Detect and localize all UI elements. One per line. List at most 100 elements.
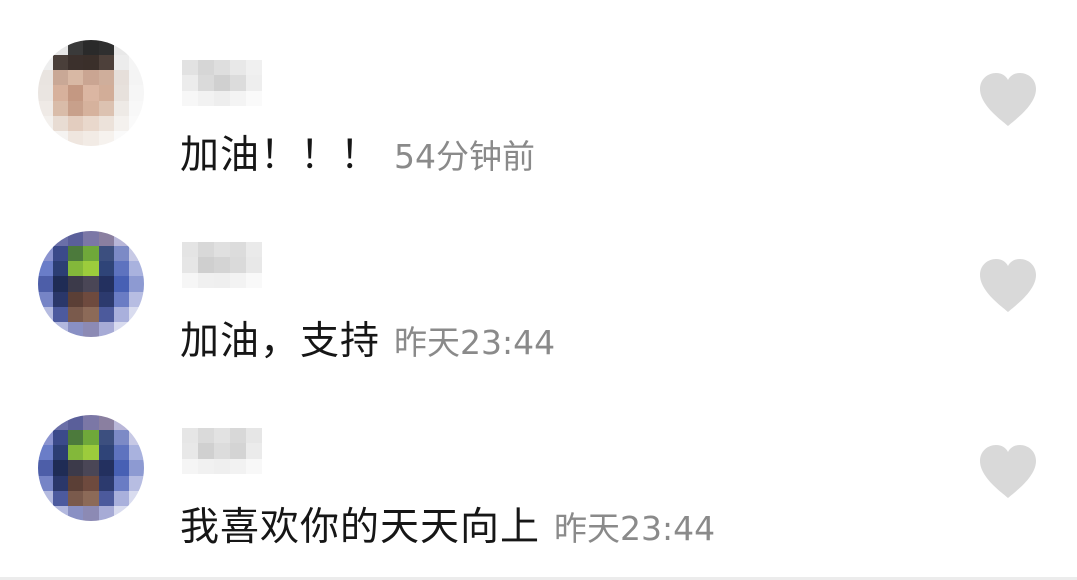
avatar-mosaic-tile [83, 55, 99, 71]
avatar-mosaic-tile [98, 130, 114, 146]
username-mosaic-tile [230, 272, 246, 288]
avatar-mosaic-tile [83, 85, 99, 101]
like-button[interactable] [978, 444, 1038, 500]
username-mosaic-tile [214, 75, 230, 91]
avatar-mosaic-tile [53, 306, 69, 322]
username-blurred[interactable] [182, 428, 262, 474]
avatar-mosaic-tile [98, 55, 114, 71]
username-mosaic-tile [182, 257, 198, 273]
comment-timestamp: 昨天23:44 [394, 323, 556, 362]
avatar-mosaic-tile [68, 475, 84, 491]
avatar-mosaic-tile [98, 100, 114, 116]
avatar-mosaic-tile [38, 490, 54, 506]
avatar-mosaic-tile [83, 115, 99, 131]
avatar-mosaic-tile [113, 100, 129, 116]
avatar-mosaic-tile [98, 276, 114, 292]
username-mosaic-tile [198, 90, 214, 106]
avatar-mosaic-tile [53, 475, 69, 491]
avatar-mosaic-tile [53, 291, 69, 307]
username-blurred[interactable] [182, 242, 262, 288]
avatar-mosaic-tile [38, 100, 54, 116]
avatar-mosaic-tile [113, 291, 129, 307]
avatar-mosaic-tile [83, 100, 99, 116]
avatar-mosaic-tile [38, 130, 54, 146]
like-button[interactable] [978, 72, 1038, 128]
comment-body: 加油！！！ 54分钟前 [180, 124, 535, 180]
avatar-mosaic-tile [53, 415, 69, 431]
avatar-mosaic-tile [98, 115, 114, 131]
username-mosaic-tile [246, 242, 262, 258]
avatar[interactable] [38, 415, 144, 521]
avatar[interactable] [38, 231, 144, 337]
like-button[interactable] [978, 258, 1038, 314]
avatar-mosaic-tile [68, 445, 84, 461]
username-mosaic-tile [198, 443, 214, 459]
avatar-mosaic-tile [38, 276, 54, 292]
comment-body: 我喜欢你的天天向上 昨天23:44 [180, 496, 715, 552]
username-mosaic-tile [182, 443, 198, 459]
username-mosaic-tile [230, 75, 246, 91]
avatar-mosaic-tile [38, 430, 54, 446]
avatar-mosaic-tile [98, 460, 114, 476]
avatar-mosaic-tile [113, 261, 129, 277]
avatar-mosaic-tile [98, 246, 114, 262]
avatar-mosaic-tile [53, 100, 69, 116]
comment-item: 加油！！！ 54分钟前 [0, 0, 1077, 178]
avatar-mosaic-tile [83, 130, 99, 146]
username-mosaic-tile [230, 443, 246, 459]
username-mosaic-tile [246, 458, 262, 474]
avatar-mosaic-tile [128, 505, 144, 521]
avatar-mosaic-tile [113, 505, 129, 521]
avatar-mosaic-tile [128, 430, 144, 446]
username-mosaic-tile [182, 458, 198, 474]
username-mosaic-tile [182, 75, 198, 91]
comment-timestamp: 54分钟前 [394, 137, 536, 176]
avatar-mosaic-tile [128, 490, 144, 506]
avatar-mosaic-tile [68, 40, 84, 56]
username-blurred[interactable] [182, 60, 262, 106]
username-mosaic-tile [246, 90, 262, 106]
avatar-mosaic-tile [113, 130, 129, 146]
avatar-mosaic-tile [38, 246, 54, 262]
avatar-mosaic-tile [128, 55, 144, 71]
avatar-mosaic-tile [113, 70, 129, 86]
username-mosaic-tile [246, 257, 262, 273]
avatar-mosaic-tile [98, 291, 114, 307]
avatar-mosaic-tile [53, 55, 69, 71]
comment-body: 加油，支持 昨天23:44 [180, 310, 555, 366]
avatar-mosaic-tile [113, 490, 129, 506]
avatar-mosaic-tile [38, 261, 54, 277]
avatar-mosaic-tile [53, 321, 69, 337]
username-mosaic-tile [198, 60, 214, 76]
avatar-mosaic-tile [128, 231, 144, 247]
avatar-mosaic-tile [128, 475, 144, 491]
avatar-mosaic-tile [128, 246, 144, 262]
comment-text: 加油，支持 [180, 319, 381, 364]
avatar[interactable] [38, 40, 144, 146]
username-mosaic-tile [214, 60, 230, 76]
avatar-mosaic-tile [83, 430, 99, 446]
avatar-mosaic-tile [98, 40, 114, 56]
avatar-mosaic-tile [68, 430, 84, 446]
username-mosaic-tile [246, 428, 262, 444]
avatar-mosaic-tile [98, 231, 114, 247]
avatar-mosaic-tile [98, 261, 114, 277]
avatar-mosaic-tile [128, 40, 144, 56]
avatar-mosaic-tile [128, 115, 144, 131]
avatar-mosaic-tile [113, 415, 129, 431]
comment-text: 我喜欢你的天天向上 [180, 505, 541, 550]
avatar-mosaic-tile [38, 55, 54, 71]
avatar-mosaic-tile [83, 70, 99, 86]
avatar-mosaic-tile [83, 415, 99, 431]
avatar-mosaic-tile [38, 231, 54, 247]
avatar-mosaic-tile [113, 40, 129, 56]
avatar-mosaic-tile [53, 445, 69, 461]
avatar-mosaic-tile [38, 306, 54, 322]
username-mosaic-tile [230, 428, 246, 444]
avatar-mosaic-tile [53, 115, 69, 131]
username-mosaic-tile [198, 428, 214, 444]
username-mosaic-tile [214, 428, 230, 444]
avatar-mosaic-tile [83, 505, 99, 521]
username-mosaic-tile [214, 257, 230, 273]
avatar-mosaic-tile [128, 291, 144, 307]
